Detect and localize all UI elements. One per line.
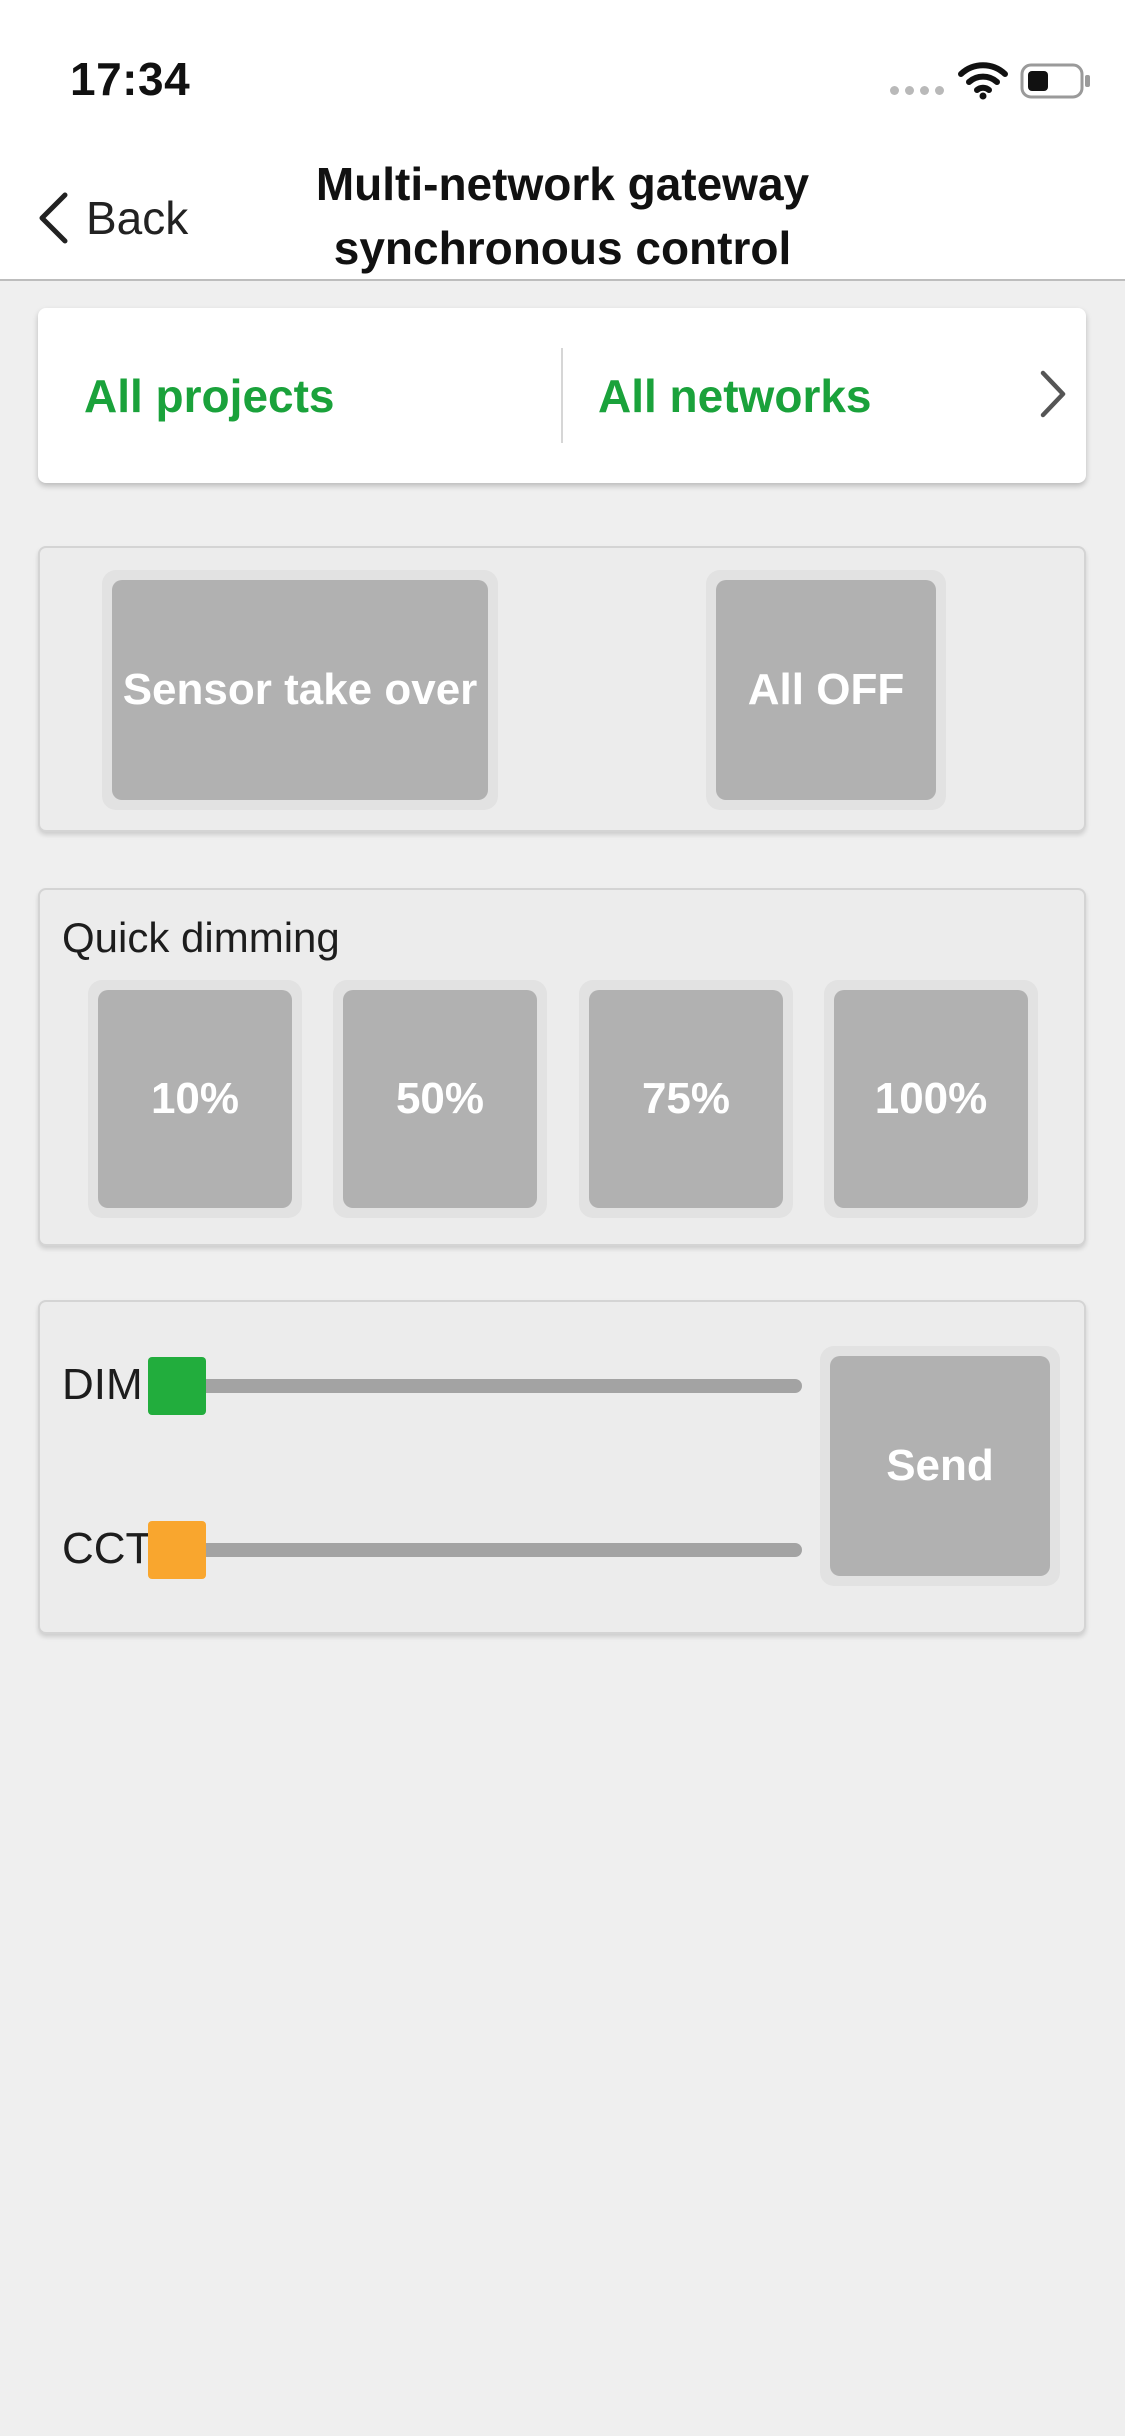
dim-75-button[interactable]: 75% <box>579 980 793 1218</box>
page-title-line-2: synchronous control <box>333 222 792 274</box>
dim-100-label: 100% <box>834 990 1028 1208</box>
navigation-bar: Back Multi-network gateway synchronous c… <box>0 140 1125 281</box>
back-label: Back <box>86 192 189 244</box>
back-button[interactable]: Back <box>36 188 188 248</box>
all-off-button[interactable]: All OFF <box>706 570 946 810</box>
all-networks-selector[interactable]: All networks <box>598 308 872 483</box>
chevron-right-icon[interactable] <box>1038 368 1068 420</box>
selector-divider <box>561 348 563 443</box>
sensor-take-over-label: Sensor take over <box>112 580 488 800</box>
dim-50-label: 50% <box>343 990 537 1208</box>
cct-slider-thumb[interactable] <box>148 1521 206 1579</box>
project-network-selector: All projects All networks <box>38 308 1086 483</box>
send-button[interactable]: Send <box>820 1346 1060 1586</box>
all-projects-selector[interactable]: All projects <box>84 308 335 483</box>
dim-slider-thumb[interactable] <box>148 1357 206 1415</box>
sensor-take-over-button[interactable]: Sensor take over <box>102 570 498 810</box>
cct-slider[interactable] <box>148 1521 802 1579</box>
dim-10-label: 10% <box>98 990 292 1208</box>
battery-icon <box>1020 63 1090 99</box>
status-time: 17:34 <box>70 53 191 105</box>
actions-panel: Sensor take over All OFF <box>38 546 1086 832</box>
page-title-line-1: Multi-network gateway <box>315 158 810 210</box>
dim-100-button[interactable]: 100% <box>824 980 1038 1218</box>
dim-10-button[interactable]: 10% <box>88 980 302 1218</box>
quick-dimming-panel: Quick dimming 10% 50% 75% 100% <box>38 888 1086 1246</box>
send-label: Send <box>830 1356 1050 1576</box>
quick-dimming-label: Quick dimming <box>62 914 340 961</box>
page-title: Multi-network gateway synchronous contro… <box>240 152 885 280</box>
dim-50-button[interactable]: 50% <box>333 980 547 1218</box>
dim-label: DIM <box>62 1360 143 1409</box>
cellular-signal-icon <box>890 86 944 95</box>
dim-slider[interactable] <box>148 1357 802 1415</box>
chevron-left-icon <box>39 192 68 244</box>
all-off-label: All OFF <box>716 580 936 800</box>
status-bar: 17:34 <box>0 0 1125 140</box>
dim-75-label: 75% <box>589 990 783 1208</box>
wifi-icon <box>958 62 1008 100</box>
dim-cct-control-panel: DIM CCT Send <box>38 1300 1086 1634</box>
cct-label: CCT <box>62 1524 153 1573</box>
